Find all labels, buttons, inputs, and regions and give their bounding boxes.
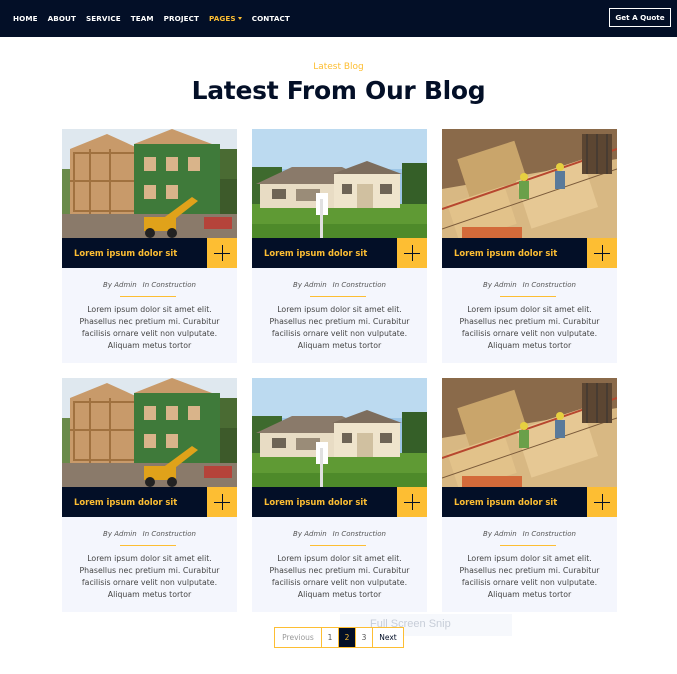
- plus-icon[interactable]: [207, 487, 237, 517]
- blog-card-author[interactable]: By Admin: [293, 281, 327, 289]
- nav-item-home[interactable]: HOME: [13, 14, 38, 23]
- blog-card-image[interactable]: [62, 378, 237, 487]
- plus-icon[interactable]: [207, 238, 237, 268]
- blog-card-image[interactable]: [442, 378, 617, 487]
- blog-card-excerpt: Lorem ipsum dolor sit amet elit. Phasell…: [79, 305, 220, 350]
- construction-workers-site-image: [442, 129, 617, 238]
- nav-item-contact[interactable]: CONTACT: [252, 14, 290, 23]
- blog-card-title[interactable]: Lorem ipsum dolor sit: [74, 487, 177, 517]
- blog-card-category[interactable]: In Construction: [523, 281, 576, 289]
- top-navbar: HOME ABOUT SERVICE TEAM PROJECT PAGES CO…: [0, 0, 677, 37]
- divider: [120, 545, 176, 546]
- pagination-page-3[interactable]: 3: [356, 628, 373, 647]
- blog-card-author[interactable]: By Admin: [103, 530, 137, 538]
- blog-card-title-bar: Lorem ipsum dolor sit: [62, 238, 237, 268]
- plus-icon[interactable]: [587, 487, 617, 517]
- section-subtitle: Latest Blog: [313, 62, 364, 72]
- blog-card-image[interactable]: [252, 129, 427, 238]
- blog-card-title[interactable]: Lorem ipsum dolor sit: [454, 487, 557, 517]
- blog-card-category[interactable]: In Construction: [523, 530, 576, 538]
- blog-card-image[interactable]: [62, 129, 237, 238]
- divider: [500, 545, 556, 546]
- caret-down-icon: [237, 17, 242, 20]
- house-construction-frame-image: [62, 378, 237, 487]
- plus-icon[interactable]: [587, 238, 617, 268]
- nav-item-project[interactable]: PROJECT: [164, 14, 199, 23]
- get-a-quote-button[interactable]: Get A Quote: [609, 8, 671, 27]
- blog-card-author[interactable]: By Admin: [293, 530, 327, 538]
- blog-card-category[interactable]: In Construction: [333, 530, 386, 538]
- blog-card: Lorem ipsum dolor sit By Admin In Constru…: [252, 129, 427, 363]
- blog-card-category[interactable]: In Construction: [143, 281, 196, 289]
- blog-card-author[interactable]: By Admin: [103, 281, 137, 289]
- blog-card-meta: By Admin In Construction: [62, 281, 237, 289]
- blog-card-author[interactable]: By Admin: [483, 530, 517, 538]
- divider: [310, 296, 366, 297]
- divider: [310, 545, 366, 546]
- nav-item-pages-label: PAGES: [209, 14, 236, 23]
- nav-menu: HOME ABOUT SERVICE TEAM PROJECT PAGES CO…: [13, 0, 300, 37]
- blog-card-category[interactable]: In Construction: [333, 281, 386, 289]
- plus-icon[interactable]: [397, 487, 427, 517]
- blog-card: Lorem ipsum dolor sit By Admin In Constru…: [442, 378, 617, 612]
- nav-item-about[interactable]: ABOUT: [48, 14, 76, 23]
- divider: [120, 296, 176, 297]
- pagination-page-2-current[interactable]: 2: [339, 628, 356, 647]
- blog-card: Lorem ipsum dolor sit By Admin In Constru…: [442, 129, 617, 363]
- section-title: Latest From Our Blog: [191, 76, 486, 105]
- finished-house-image: [252, 129, 427, 238]
- blog-card-title-bar: Lorem ipsum dolor sit: [252, 238, 427, 268]
- blog-card-image[interactable]: [252, 378, 427, 487]
- blog-card-category[interactable]: In Construction: [143, 530, 196, 538]
- blog-card-meta: By Admin In Construction: [252, 281, 427, 289]
- nav-item-service[interactable]: SERVICE: [86, 14, 121, 23]
- blog-card-author[interactable]: By Admin: [483, 281, 517, 289]
- blog-card-excerpt: Lorem ipsum dolor sit amet elit. Phasell…: [459, 305, 600, 350]
- pagination-previous[interactable]: Previous: [275, 628, 322, 647]
- blog-card-excerpt: Lorem ipsum dolor sit amet elit. Phasell…: [79, 554, 220, 599]
- nav-item-pages-dropdown[interactable]: PAGES: [209, 14, 242, 23]
- blog-card-title-bar: Lorem ipsum dolor sit: [252, 487, 427, 517]
- blog-card-title[interactable]: Lorem ipsum dolor sit: [74, 238, 177, 268]
- blog-card-title[interactable]: Lorem ipsum dolor sit: [454, 238, 557, 268]
- plus-icon[interactable]: [397, 238, 427, 268]
- blog-card: Lorem ipsum dolor sit By Admin In Constru…: [62, 378, 237, 612]
- blog-card-meta: By Admin In Construction: [442, 281, 617, 289]
- blog-card-title[interactable]: Lorem ipsum dolor sit: [264, 487, 367, 517]
- blog-card-image[interactable]: [442, 129, 617, 238]
- blog-card-meta: By Admin In Construction: [62, 530, 237, 538]
- blog-card-excerpt: Lorem ipsum dolor sit amet elit. Phasell…: [459, 554, 600, 599]
- blog-card-meta: By Admin In Construction: [442, 530, 617, 538]
- pagination-page-1[interactable]: 1: [322, 628, 339, 647]
- blog-card-title-bar: Lorem ipsum dolor sit: [442, 238, 617, 268]
- blog-card-meta: By Admin In Construction: [252, 530, 427, 538]
- blog-card: Lorem ipsum dolor sit By Admin In Constru…: [252, 378, 427, 612]
- divider: [500, 296, 556, 297]
- construction-workers-site-image: [442, 378, 617, 487]
- blog-card-title[interactable]: Lorem ipsum dolor sit: [264, 238, 367, 268]
- finished-house-image: [252, 378, 427, 487]
- blog-card-excerpt: Lorem ipsum dolor sit amet elit. Phasell…: [269, 305, 410, 350]
- blog-card-excerpt: Lorem ipsum dolor sit amet elit. Phasell…: [269, 554, 410, 599]
- pagination-next[interactable]: Next: [373, 628, 403, 647]
- house-construction-frame-image: [62, 129, 237, 238]
- nav-item-team[interactable]: TEAM: [131, 14, 154, 23]
- blog-card-title-bar: Lorem ipsum dolor sit: [442, 487, 617, 517]
- blog-card-title-bar: Lorem ipsum dolor sit: [62, 487, 237, 517]
- blog-card: Lorem ipsum dolor sit By Admin In Constru…: [62, 129, 237, 363]
- pagination: Previous 1 2 3 Next: [274, 627, 404, 648]
